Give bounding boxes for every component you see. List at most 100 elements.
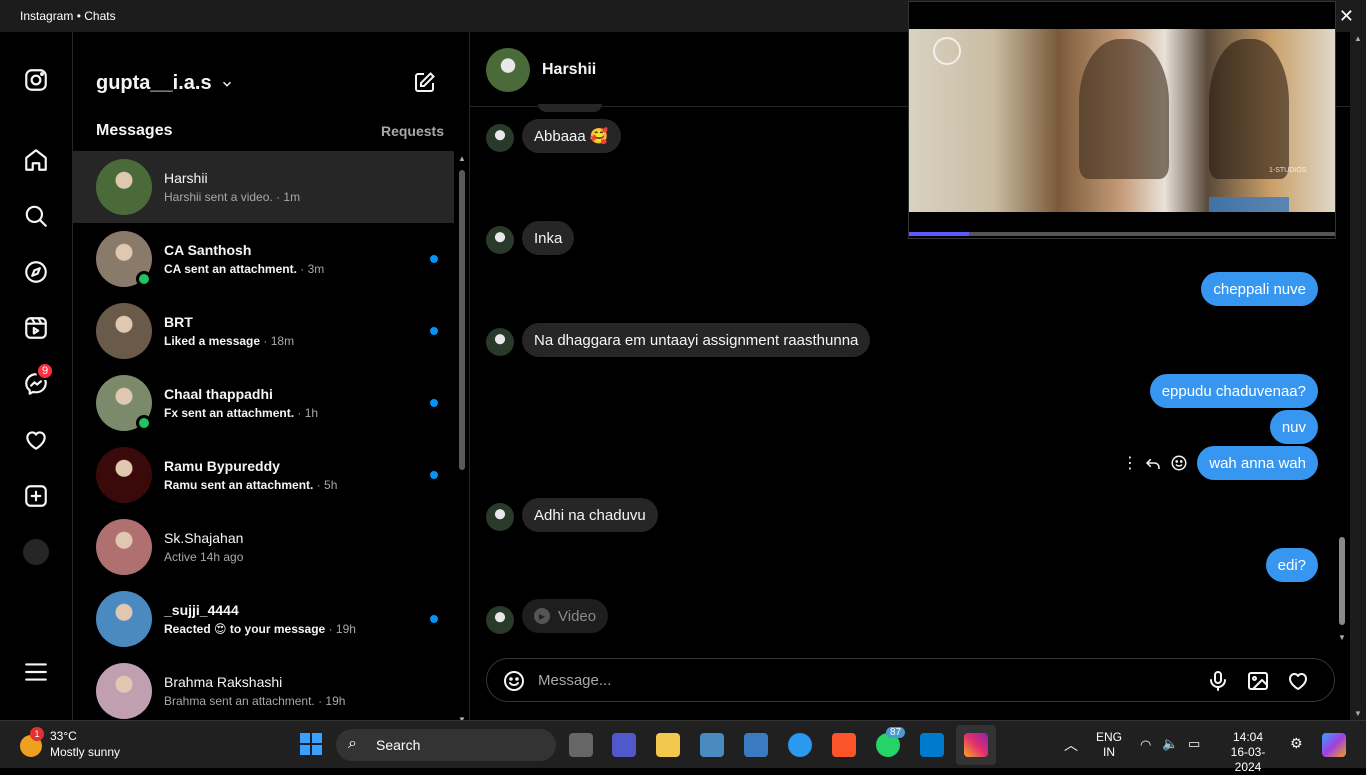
message-composer[interactable]: Message...	[486, 658, 1335, 702]
video-frame[interactable]: 1-STUDIOS	[909, 29, 1335, 212]
message-avatar	[486, 328, 514, 356]
help-icon[interactable]	[788, 733, 812, 757]
home-icon[interactable]	[22, 146, 50, 174]
image-upload-icon[interactable]	[1246, 669, 1270, 698]
chat-time: · 19h	[318, 694, 346, 708]
show-hidden-icons-icon[interactable]: ︿	[1064, 735, 1078, 755]
profile-avatar[interactable]	[22, 538, 50, 566]
message-actions: ⋮	[1122, 453, 1188, 473]
chat-preview: Active 14h ago	[164, 550, 243, 564]
video-pip-player[interactable]: 1-STUDIOS	[908, 1, 1336, 239]
chat-list-item[interactable]: CA Santhosh CA sent an attachment. · 3m	[73, 223, 454, 295]
video-message-bubble[interactable]: ▶ Video	[522, 599, 609, 633]
message-input[interactable]: Message...	[538, 672, 611, 689]
create-post-icon[interactable]	[22, 482, 50, 510]
chat-list-item[interactable]: Brahma Rakshashi Brahma sent an attachmen…	[73, 655, 454, 720]
chevron-down-icon	[222, 81, 231, 87]
chat-list-item[interactable]: Sk.Shajahan Active 14h ago	[73, 511, 454, 583]
unread-dot	[430, 399, 438, 407]
message-bubble-incoming[interactable]: Abbaaa 🥰	[522, 119, 621, 153]
clock[interactable]: 14:04 16-03-2024	[1218, 730, 1278, 775]
taskbar-search[interactable]: ⌕ Search	[336, 729, 556, 761]
message-bubble-incoming[interactable]: Adhi na chaduvu	[522, 498, 658, 532]
chat-avatar	[96, 447, 152, 503]
chat-time: · 1h	[297, 406, 319, 420]
saree-shape	[1209, 197, 1289, 212]
chat-preview-text: Harshii sent a video.	[164, 190, 273, 204]
reply-icon[interactable]	[1144, 454, 1162, 472]
new-message-button[interactable]	[413, 70, 437, 99]
weather-widget[interactable]: 33°C Mostly sunny	[50, 728, 120, 760]
contact-avatar[interactable]	[486, 48, 530, 92]
brave-browser-icon[interactable]	[832, 733, 856, 757]
window-title: Instagram • Chats	[20, 9, 116, 23]
message-bubble-incoming[interactable]: Inka	[522, 221, 575, 255]
message-bubble-outgoing[interactable]: cheppali nuve	[1201, 272, 1318, 306]
microphone-icon[interactable]	[1206, 669, 1230, 698]
task-view-icon[interactable]	[569, 733, 593, 757]
message-bubble-incoming[interactable]: Na dhaggara em untaayi assignment raasth…	[522, 323, 871, 357]
chat-list-item[interactable]: Chaal thappadhi Fx sent an attachment. · …	[73, 367, 454, 439]
video-progress-bar[interactable]	[909, 232, 1335, 236]
explore-icon[interactable]	[22, 258, 50, 286]
message-bubble-outgoing[interactable]: edi?	[1265, 548, 1318, 582]
like-heart-icon[interactable]	[1286, 669, 1310, 698]
notepad-icon[interactable]	[744, 733, 768, 757]
chat-preview-text: CA sent an attachment.	[164, 262, 297, 276]
react-emoji-icon[interactable]	[1170, 454, 1188, 472]
file-explorer-icon[interactable]	[656, 733, 680, 757]
language-indicator[interactable]: ENG IN	[1096, 730, 1122, 760]
chat-preview: Reacted 😍 to your message · 19h	[164, 622, 356, 636]
chat-time: · 5h	[316, 478, 338, 492]
notification-bell-icon[interactable]: ⚙	[1290, 735, 1303, 752]
chat-preview: CA sent an attachment. · 3m	[164, 262, 324, 276]
more-menu-icon[interactable]	[22, 658, 50, 686]
message-bubble-outgoing[interactable]: eppudu chaduvenaa?	[1149, 374, 1318, 408]
message-bubble-outgoing[interactable]: wah anna wah	[1197, 446, 1318, 480]
chat-avatar	[96, 375, 152, 431]
chat-list-item[interactable]: Harshii Harshii sent a video. · 1m	[73, 151, 454, 223]
chat-avatar	[96, 303, 152, 359]
more-options-icon[interactable]: ⋮	[1122, 453, 1138, 473]
chat-scrollbar[interactable]: ▼	[1334, 32, 1350, 642]
account-name: gupta__i.a.s	[96, 72, 212, 94]
chat-name: Chaal thappadhi	[164, 386, 273, 402]
nav-rail: 9	[0, 32, 73, 720]
unread-dot	[430, 471, 438, 479]
messenger-icon[interactable]: 9	[22, 362, 54, 398]
reels-icon[interactable]	[22, 314, 50, 342]
chat-list-item[interactable]: Ramu Bypureddy Ramu sent an attachment. ·…	[73, 439, 454, 511]
chat-name: Brahma Rakshashi	[164, 674, 283, 690]
battery-icon[interactable]: ▭	[1188, 736, 1200, 752]
list-scrollbar[interactable]: ▲ ▼	[454, 150, 469, 720]
search-icon[interactable]	[22, 202, 50, 230]
volume-icon[interactable]: 🔈	[1162, 736, 1178, 752]
teams-icon[interactable]	[612, 733, 636, 757]
chat-preview-text: Ramu sent an attachment.	[164, 478, 314, 492]
app-icon[interactable]	[700, 733, 724, 757]
close-window-icon[interactable]: ✕	[1339, 6, 1354, 26]
weather-description: Mostly sunny	[50, 745, 121, 759]
vscode-icon[interactable]	[920, 733, 944, 757]
wifi-icon[interactable]: ◠	[1140, 737, 1151, 753]
instagram-taskbar-icon[interactable]	[964, 733, 988, 757]
chat-name: _sujji_4444	[164, 602, 239, 618]
windows-start-icon[interactable]	[300, 733, 322, 755]
contact-name[interactable]: Harshii	[542, 61, 596, 79]
clock-time: 14:04	[1232, 730, 1264, 744]
instagram-logo-icon[interactable]	[22, 66, 50, 94]
requests-link[interactable]: Requests	[381, 123, 444, 139]
chat-name: Sk.Shajahan	[164, 530, 244, 546]
online-indicator	[136, 271, 152, 287]
copilot-icon[interactable]	[1322, 733, 1346, 757]
chat-list-item[interactable]: _sujji_4444 Reacted 😍 to your message · 1…	[73, 583, 454, 655]
emoji-icon[interactable]	[502, 669, 526, 698]
clock-date: 16-03-2024	[1230, 745, 1266, 774]
windows-taskbar: 1 33°C Mostly sunny ⌕ Search 87 ︿ ENG IN…	[0, 720, 1366, 774]
message-bubble-outgoing[interactable]: nuv	[1269, 410, 1318, 444]
chat-list-item[interactable]: BRT Liked a message · 18m	[73, 295, 454, 367]
chat-time: · 1m	[276, 190, 301, 204]
account-switcher[interactable]: gupta__i.a.s	[96, 72, 234, 95]
notifications-heart-icon[interactable]	[22, 426, 50, 454]
window-scrollbar[interactable]: ▲ ▼	[1350, 32, 1366, 720]
